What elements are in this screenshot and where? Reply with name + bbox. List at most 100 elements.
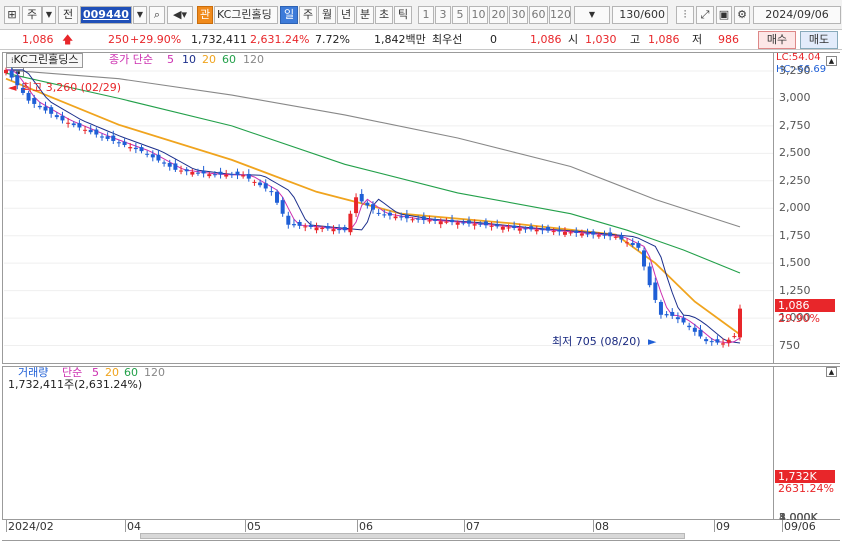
candle-body <box>252 181 257 183</box>
candle-body <box>721 343 726 345</box>
candle-body <box>37 105 42 108</box>
candle-body <box>77 123 82 128</box>
price-tick: 1,750 <box>779 228 811 242</box>
candle-body <box>495 224 500 227</box>
candle-body <box>546 226 551 231</box>
candle-body <box>489 225 494 227</box>
candle-body <box>557 229 562 232</box>
candle-body <box>738 308 742 338</box>
candle-body <box>348 213 353 233</box>
candle-body <box>94 129 99 135</box>
candle-body <box>342 227 347 231</box>
x-tick-mark <box>464 520 465 532</box>
candle-body <box>365 202 370 206</box>
candle-body <box>303 226 308 228</box>
current-price-tag: 1,086 <box>775 299 835 312</box>
candle-body <box>692 327 697 332</box>
candle-body <box>675 317 680 320</box>
candle-body <box>133 147 138 150</box>
candle-body <box>331 229 336 232</box>
candle-body <box>83 129 88 131</box>
candle-body <box>246 173 251 179</box>
candle-body <box>658 301 663 315</box>
candle-body <box>421 216 426 221</box>
candle-body <box>145 153 150 155</box>
candle-body <box>128 147 133 149</box>
x-tick: 05 <box>247 520 261 533</box>
ma60-line <box>5 72 741 274</box>
candle-body <box>642 250 647 267</box>
candle-body <box>393 216 398 219</box>
candle-body <box>371 204 375 210</box>
candle-body <box>579 233 584 236</box>
candle-body <box>139 147 144 152</box>
candle-body <box>715 339 720 343</box>
x-tick-mark <box>6 520 7 532</box>
current-volume-pct: 2631.24% <box>778 482 834 495</box>
maximize-icon[interactable]: ▲ <box>826 56 837 66</box>
candle-body <box>105 136 110 139</box>
candle-body <box>212 174 217 176</box>
candle-body <box>167 162 172 167</box>
candle-body <box>732 336 737 338</box>
x-tick: 2024/02 <box>8 520 54 533</box>
candle-body <box>506 227 511 229</box>
x-tick-mark <box>714 520 715 532</box>
candle-body <box>653 282 658 300</box>
candle-body <box>224 174 229 177</box>
candle-body <box>450 219 455 223</box>
candle-body <box>613 236 618 238</box>
candle-body <box>269 191 274 193</box>
price-gridlines <box>4 70 773 347</box>
scroll-bar[interactable] <box>140 533 685 539</box>
x-tick: 08 <box>595 520 609 533</box>
candle-body <box>60 115 65 121</box>
candle-body <box>404 214 409 219</box>
volume-value-text: 1,732,411주(2,631.24%) <box>8 378 143 391</box>
candle-body <box>184 169 189 172</box>
candle-body <box>681 317 686 323</box>
candle-body <box>173 163 178 170</box>
candle-body <box>376 212 381 214</box>
candle-body <box>619 235 624 240</box>
candle-body <box>4 69 8 74</box>
candle-body <box>275 191 280 203</box>
candle-body <box>241 175 246 177</box>
candle-body <box>630 242 635 246</box>
high-marker-icon: ◄ <box>8 81 17 94</box>
candle-body <box>54 115 59 118</box>
price-tick: 2,750 <box>779 118 811 132</box>
candle-body <box>636 243 641 248</box>
candle-body <box>218 171 223 175</box>
candle-body <box>568 232 573 234</box>
candle-body <box>71 123 76 126</box>
candle-body <box>472 224 477 226</box>
candle-body <box>574 230 579 233</box>
candle-body <box>602 234 607 236</box>
candle-body <box>308 225 313 227</box>
high-annotation: 최고 3,260 (02/29) <box>22 81 122 94</box>
candle-body <box>88 129 93 133</box>
candle-body <box>43 106 48 111</box>
candle-body <box>687 325 692 328</box>
candle-body <box>314 227 319 231</box>
x-tick: 04 <box>127 520 141 533</box>
candle-body <box>483 221 488 226</box>
candle-body <box>162 162 167 164</box>
candle-body <box>551 231 556 233</box>
candle-body <box>410 219 415 221</box>
candle-body <box>150 154 155 158</box>
price-tick: 2,000 <box>779 201 811 215</box>
candle-body <box>190 172 195 175</box>
candle-body <box>596 235 601 237</box>
candle-body <box>201 170 206 174</box>
price-tick: 3,250 <box>779 63 811 77</box>
current-price-pct: 29.90% <box>778 312 820 325</box>
candle-body <box>122 141 127 146</box>
candle-body <box>111 135 116 141</box>
candle-body <box>625 242 630 244</box>
x-tick: 09 <box>716 520 730 533</box>
collapse-icon[interactable]: ▲ <box>826 367 837 377</box>
candle-body <box>382 214 387 216</box>
x-tick: 06 <box>359 520 373 533</box>
